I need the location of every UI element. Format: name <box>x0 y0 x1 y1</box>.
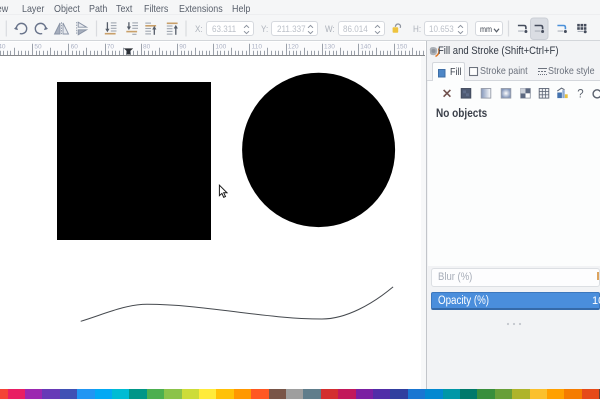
svg-text:?: ? <box>577 88 583 100</box>
